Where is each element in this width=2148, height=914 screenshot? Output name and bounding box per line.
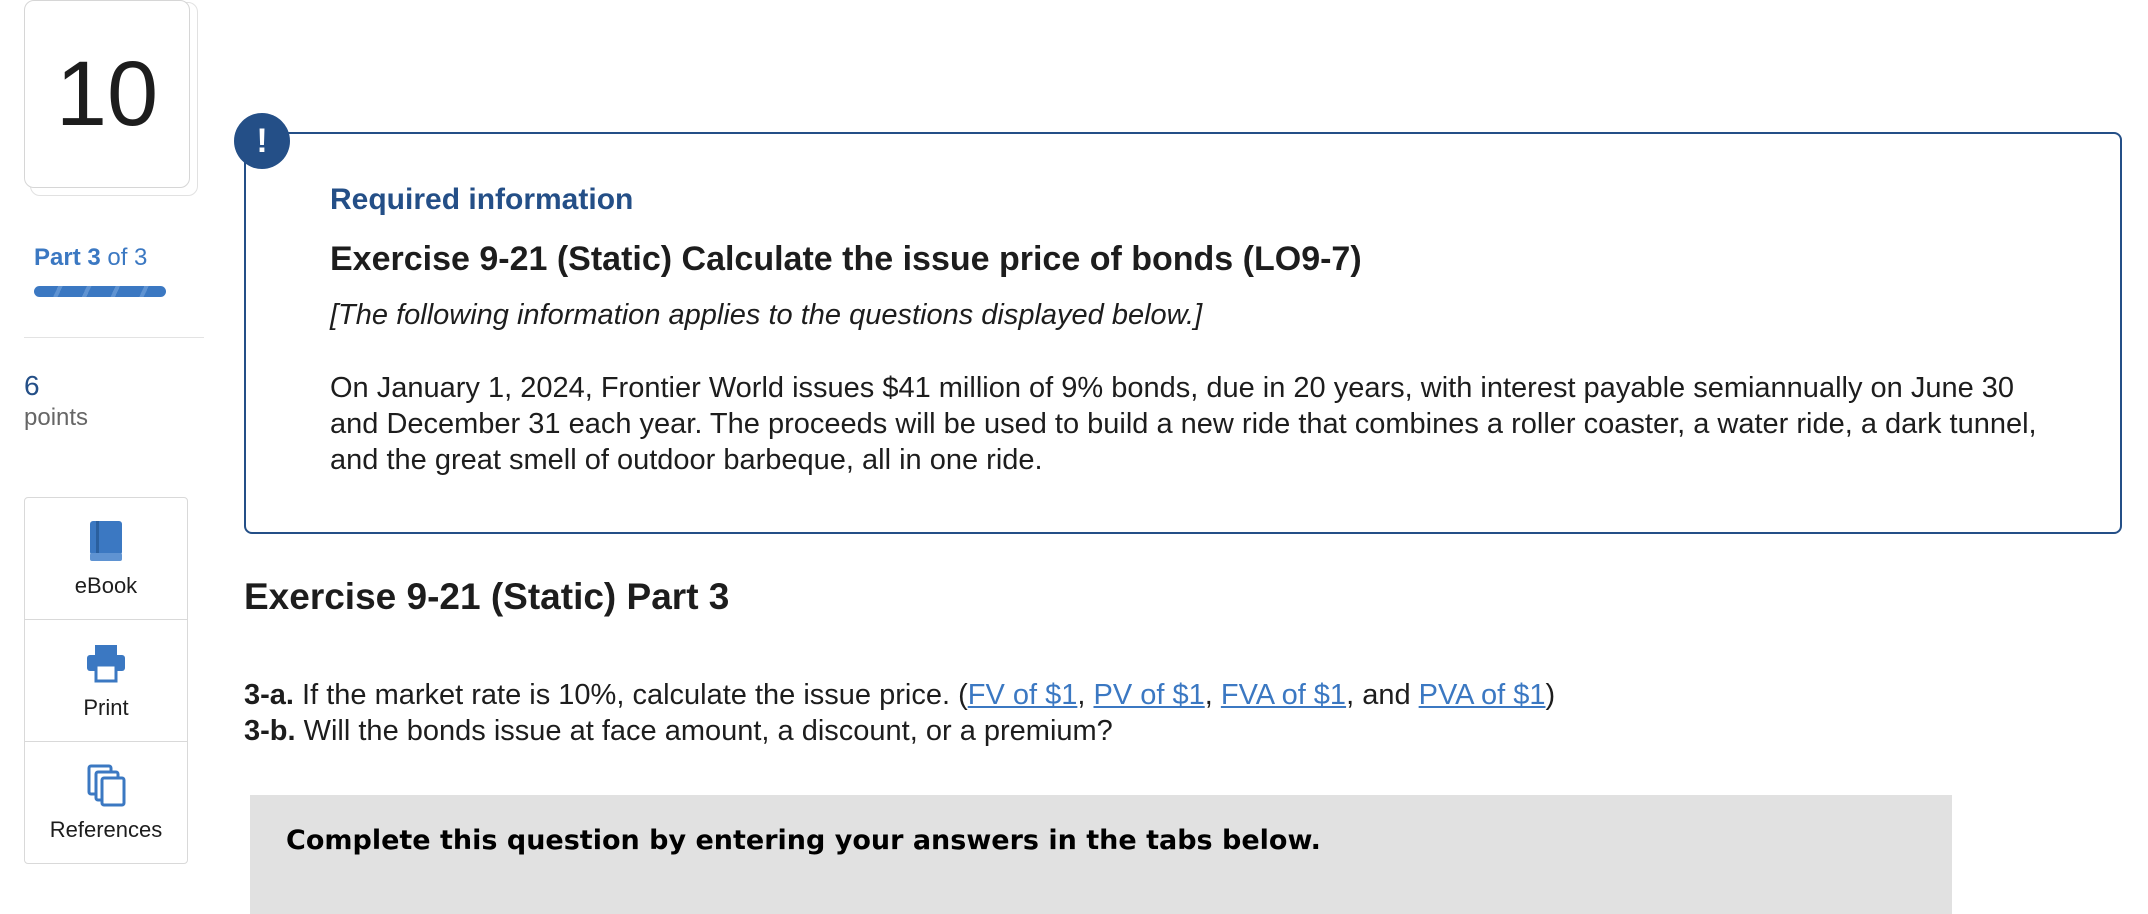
exercise-title: Exercise 9-21 (Static) Calculate the iss… [330,240,1362,278]
copy-icon [84,763,128,807]
link-separator: , and [1346,679,1419,711]
fv-link[interactable]: FV of $1 [968,679,1078,711]
references-label: References [49,816,163,842]
question-3b: 3-b. Will the bonds issue at face amount… [244,715,1113,748]
info-note: [The following information applies to th… [330,299,1203,331]
question-3a: 3-a. If the market rate is 10%, calculat… [244,679,1555,712]
q3a-label: 3-a. [244,679,294,711]
printer-icon [84,641,128,685]
pva-link[interactable]: PVA of $1 [1419,679,1546,711]
part-indicator: Part 3 of 3 [34,244,147,272]
required-info-heading: Required information [330,183,634,216]
print-label: Print [83,694,129,720]
part-total: of 3 [107,244,148,271]
close-paren: ) [1545,679,1556,711]
points-value: 6 [24,370,40,401]
part-current: Part 3 [34,244,101,271]
divider [24,337,204,338]
ebook-button[interactable]: eBook [25,498,187,620]
ebook-label: eBook [74,572,138,598]
points-label: points [24,404,89,431]
link-separator: , [1204,679,1221,711]
link-separator: , [1077,679,1094,711]
references-button[interactable]: References [25,742,187,863]
part-progress-bar [34,286,166,297]
print-button[interactable]: Print [25,620,187,742]
fva-link[interactable]: FVA of $1 [1221,679,1346,711]
instructions-text: Complete this question by entering your … [286,825,1321,856]
q3b-label: 3-b. [244,715,296,747]
alert-icon: ! [234,113,290,169]
info-body: On January 1, 2024, Frontier World issue… [330,372,2037,476]
question-number: 10 [24,0,190,188]
tools-panel: eBook Print References [24,497,188,864]
q3a-text: If the market rate is 10%, calculate the… [293,679,968,711]
book-icon [84,519,128,563]
part-heading: Exercise 9-21 (Static) Part 3 [244,576,730,617]
question-number-card: 10 [24,0,198,196]
q3b-text: Will the bonds issue at face amount, a d… [295,715,1113,747]
pv-link[interactable]: PV of $1 [1093,679,1204,711]
